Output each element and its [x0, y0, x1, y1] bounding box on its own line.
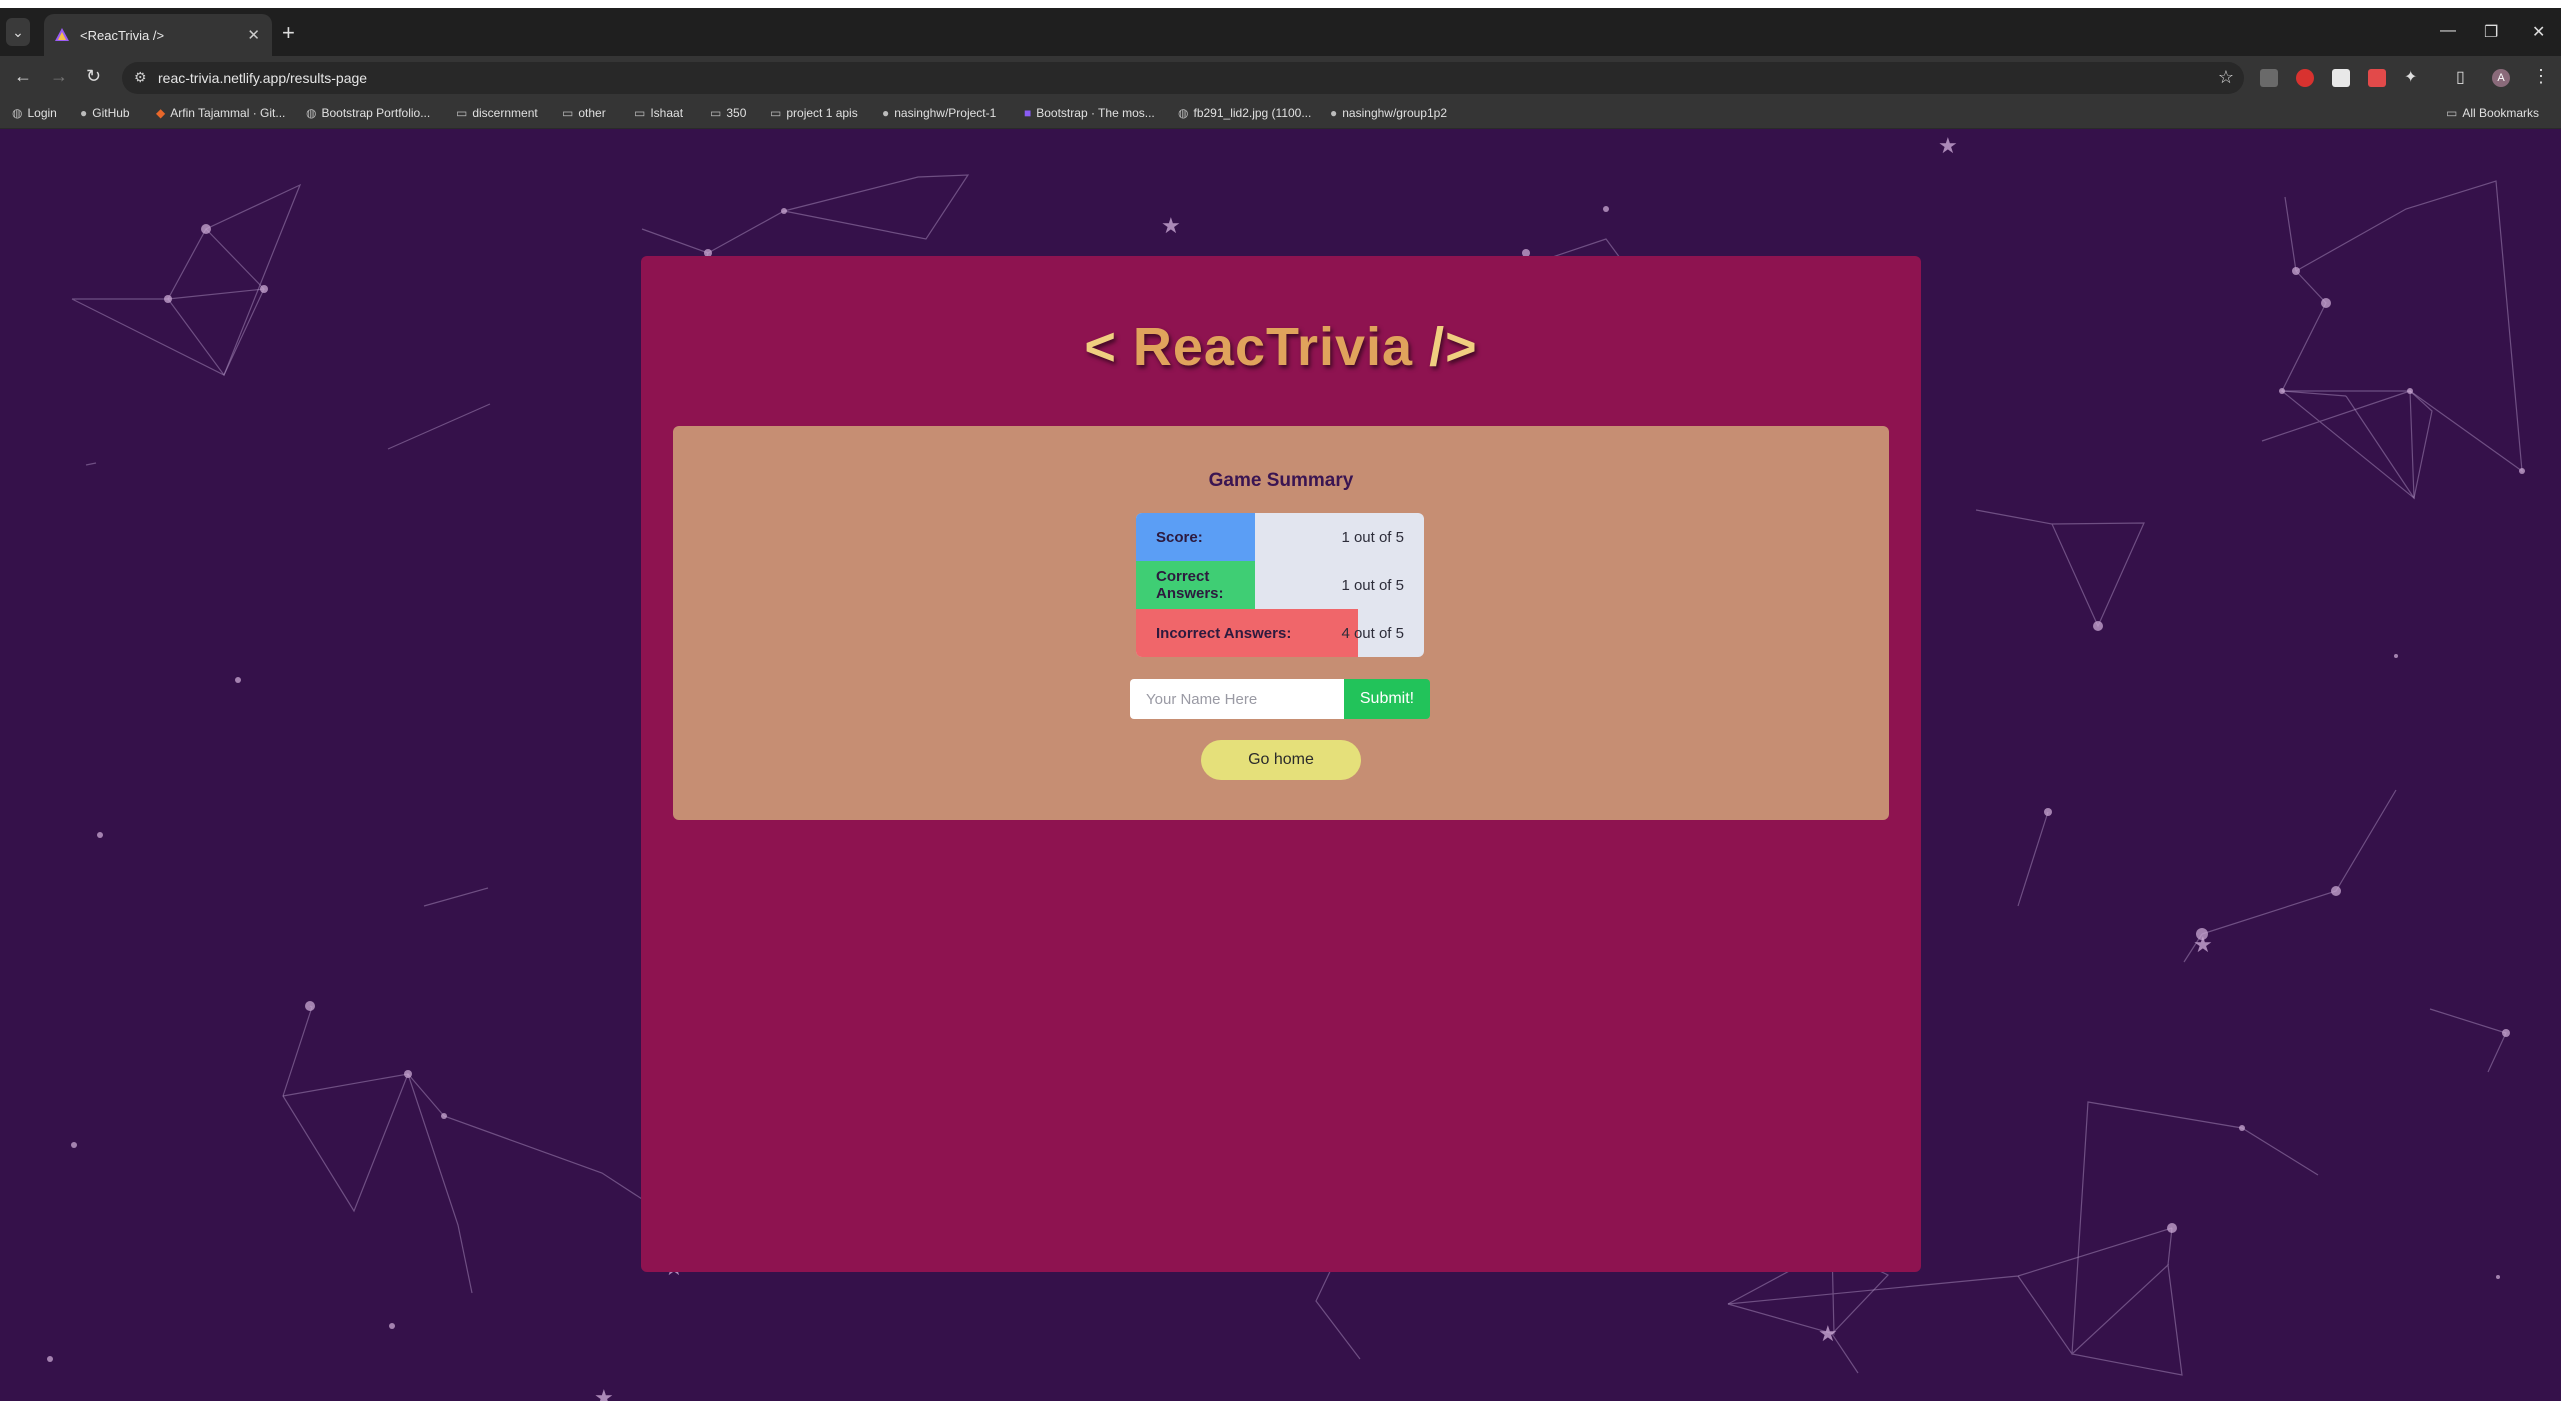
folder-icon: ▭ — [562, 106, 574, 120]
globe-icon: ◍ — [1178, 106, 1189, 120]
close-icon[interactable]: ✕ — [247, 26, 260, 44]
bookmark-star-icon[interactable]: ☆ — [2218, 67, 2234, 88]
bookmark-item[interactable]: ▭ Ishaat — [634, 106, 683, 120]
game-summary-title: Game Summary — [1208, 470, 1354, 491]
window-close-icon[interactable]: ✕ — [2532, 22, 2545, 42]
tab-search-button[interactable]: ⌄ — [6, 18, 30, 46]
extension-icon[interactable] — [2260, 69, 2278, 87]
folder-icon: ▭ — [634, 106, 646, 120]
score-value: 1 out of 5 — [1341, 528, 1404, 546]
name-input[interactable] — [1130, 679, 1344, 719]
bookmark-item[interactable]: ◆ Arfin Tajammal · Git... — [156, 106, 285, 120]
browser-toolbar: ← → ↻ ⚙ reac-trivia.netlify.app/results-… — [0, 56, 2561, 100]
restore-icon[interactable]: ❐ — [2484, 22, 2498, 42]
extension-icon[interactable] — [2332, 69, 2350, 87]
minimize-icon[interactable]: — — [2440, 22, 2456, 40]
menu-kebab-icon[interactable]: ⋮ — [2532, 66, 2550, 87]
app-title: < ReacTrivia /> — [1084, 317, 1478, 377]
folder-icon: ▭ — [710, 106, 722, 120]
score-row: Score: 1 out of 5 — [1136, 513, 1424, 561]
results-card: < ReacTrivia /> Game Summary Score: 1 ou… — [641, 256, 1921, 1272]
chevron-down-icon: ⌄ — [12, 23, 24, 40]
github-icon: ● — [80, 106, 88, 120]
browser-tab[interactable]: <ReacTrivia /> ✕ — [44, 14, 272, 56]
stats-table: Score: 1 out of 5 Correct Answers: 1 out… — [1136, 513, 1424, 657]
incorrect-answers-label: Incorrect Answers: — [1136, 609, 1358, 657]
score-label: Score: — [1136, 513, 1255, 561]
gitlab-icon: ◆ — [156, 106, 166, 120]
extension-icon[interactable] — [2368, 69, 2386, 87]
go-home-button[interactable]: Go home — [1201, 740, 1361, 780]
name-form: Submit! — [1130, 679, 1430, 719]
site-info-icon[interactable]: ⚙ — [134, 69, 147, 86]
extension-icon[interactable] — [2296, 69, 2314, 87]
bookmark-item[interactable]: ▭ discernment — [456, 106, 538, 120]
globe-icon: ◍ — [306, 106, 317, 120]
page-viewport: ★★★ ★★★ ★★★ ★★ < ReacTrivia /> Game Summ… — [0, 129, 2561, 1401]
bootstrap-icon: ■ — [1024, 106, 1032, 120]
incorrect-answers-value: 4 out of 5 — [1341, 624, 1404, 642]
globe-icon: ◍ — [12, 106, 23, 120]
incorrect-answers-row: Incorrect Answers: 4 out of 5 — [1136, 609, 1424, 657]
side-panel-icon[interactable]: ▯ — [2456, 67, 2465, 87]
window-top-strip — [0, 0, 2561, 8]
extensions-puzzle-icon[interactable]: ✦ — [2404, 67, 2417, 87]
all-bookmarks-button[interactable]: ▭ All Bookmarks — [2446, 106, 2539, 120]
folder-icon: ▭ — [770, 106, 782, 120]
correct-answers-label: Correct Answers: — [1136, 561, 1255, 609]
bookmark-item[interactable]: ◍ Login — [12, 106, 57, 120]
bookmark-item[interactable]: ● nasinghw/Project-1 — [882, 106, 996, 120]
svg-text:★: ★ — [594, 1386, 614, 1401]
reload-icon[interactable]: ↻ — [86, 66, 101, 87]
back-icon[interactable]: ← — [14, 66, 32, 87]
correct-answers-row: Correct Answers: 1 out of 5 — [1136, 561, 1424, 609]
bookmarks-bar: ◍ Login ● GitHub ◆ Arfin Tajammal · Git... … — [0, 100, 2561, 129]
bookmark-item[interactable]: ◍ fb291_lid2.jpg (1100... — [1178, 106, 1311, 120]
tab-bar: ⌄ <ReacTrivia /> ✕ + — ❐ ✕ — [0, 8, 2561, 56]
folder-icon: ▭ — [2446, 106, 2458, 120]
profile-avatar[interactable]: A — [2492, 69, 2510, 87]
bookmark-item[interactable]: ● nasinghw/group1p2 — [1330, 106, 1447, 120]
bookmark-item[interactable]: ■ Bootstrap · The mos... — [1024, 106, 1155, 120]
correct-answers-value: 1 out of 5 — [1341, 576, 1404, 594]
svg-text:★: ★ — [2193, 933, 2213, 958]
address-bar[interactable]: ⚙ reac-trivia.netlify.app/results-page ☆ — [122, 62, 2244, 94]
github-icon: ● — [1330, 106, 1338, 120]
svg-text:★: ★ — [1818, 1322, 1838, 1347]
forward-icon[interactable]: → — [50, 66, 68, 87]
svg-text:★: ★ — [1161, 214, 1181, 239]
bookmark-item[interactable]: ▭ 350 — [710, 106, 746, 120]
github-icon: ● — [882, 106, 890, 120]
tab-title: <ReacTrivia /> — [80, 27, 165, 43]
bookmark-item[interactable]: ▭ other — [562, 106, 606, 120]
folder-icon: ▭ — [456, 106, 468, 120]
new-tab-button[interactable]: + — [282, 22, 295, 44]
game-summary-panel: Game Summary Score: 1 out of 5 Correct A… — [673, 426, 1889, 820]
url-text: reac-trivia.netlify.app/results-page — [158, 70, 368, 86]
react-favicon-icon — [55, 28, 69, 41]
bookmark-item[interactable]: ▭ project 1 apis — [770, 106, 858, 120]
app-title-name: ReacTrivia — [1132, 317, 1414, 377]
bookmark-item[interactable]: ◍ Bootstrap Portfolio... — [306, 106, 430, 120]
bookmark-item[interactable]: ● GitHub — [80, 106, 130, 120]
svg-text:★: ★ — [1938, 134, 1958, 159]
submit-button[interactable]: Submit! — [1344, 679, 1430, 719]
